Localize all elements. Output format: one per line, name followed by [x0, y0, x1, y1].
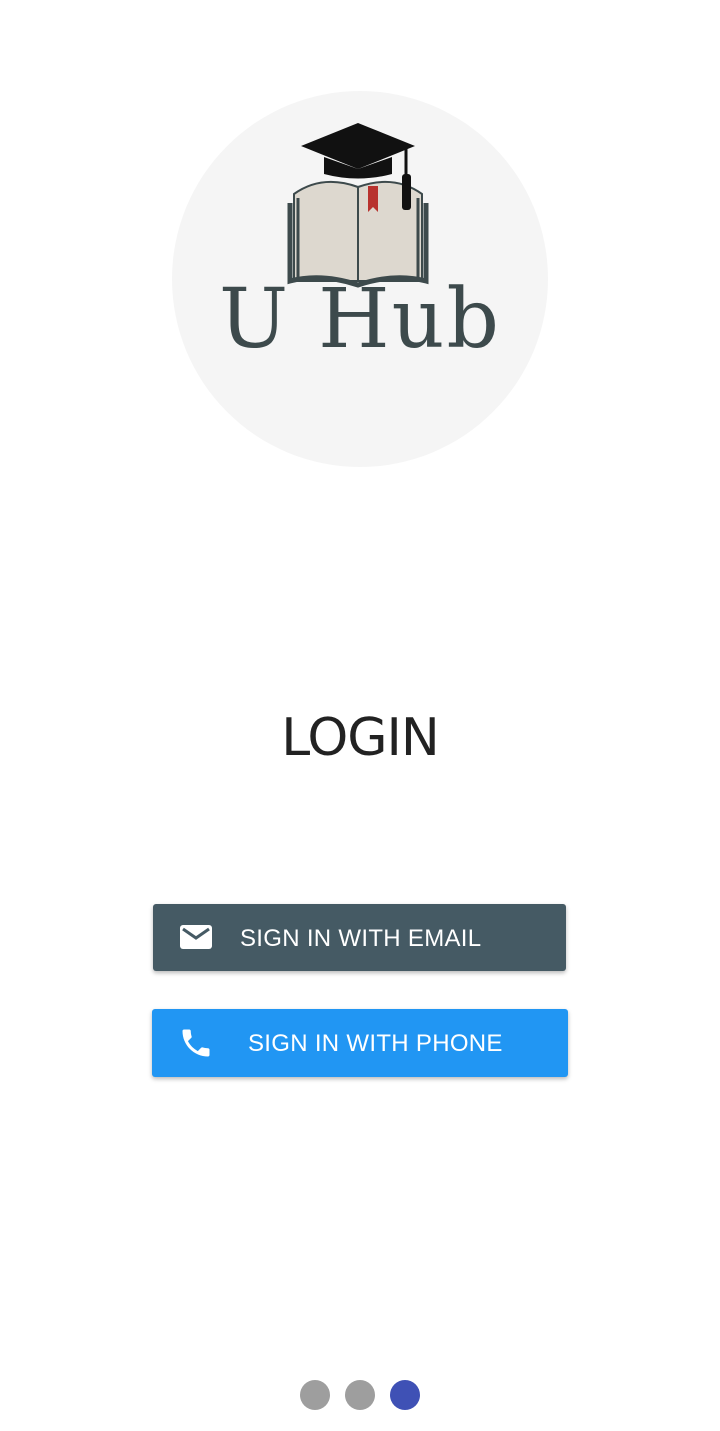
page-dot-2[interactable]: [345, 1380, 375, 1410]
sign-in-phone-button[interactable]: SIGN IN WITH PHONE: [152, 1009, 568, 1077]
login-screen: U Hub LOGIN SIGN IN WITH EMAIL SIGN IN W…: [0, 0, 720, 1431]
sign-in-email-button[interactable]: SIGN IN WITH EMAIL: [153, 904, 566, 971]
page-dot-1[interactable]: [300, 1380, 330, 1410]
page-title: LOGIN: [281, 708, 440, 768]
page-dot-3-active[interactable]: [390, 1380, 420, 1410]
app-logo: U Hub: [172, 91, 548, 467]
logo-text: U Hub: [219, 272, 501, 367]
page-indicator: [0, 1380, 720, 1410]
sign-in-email-label: SIGN IN WITH EMAIL: [240, 925, 482, 952]
mail-icon: [180, 925, 212, 949]
phone-icon: [182, 1029, 210, 1057]
sign-in-phone-label: SIGN IN WITH PHONE: [248, 1030, 503, 1057]
